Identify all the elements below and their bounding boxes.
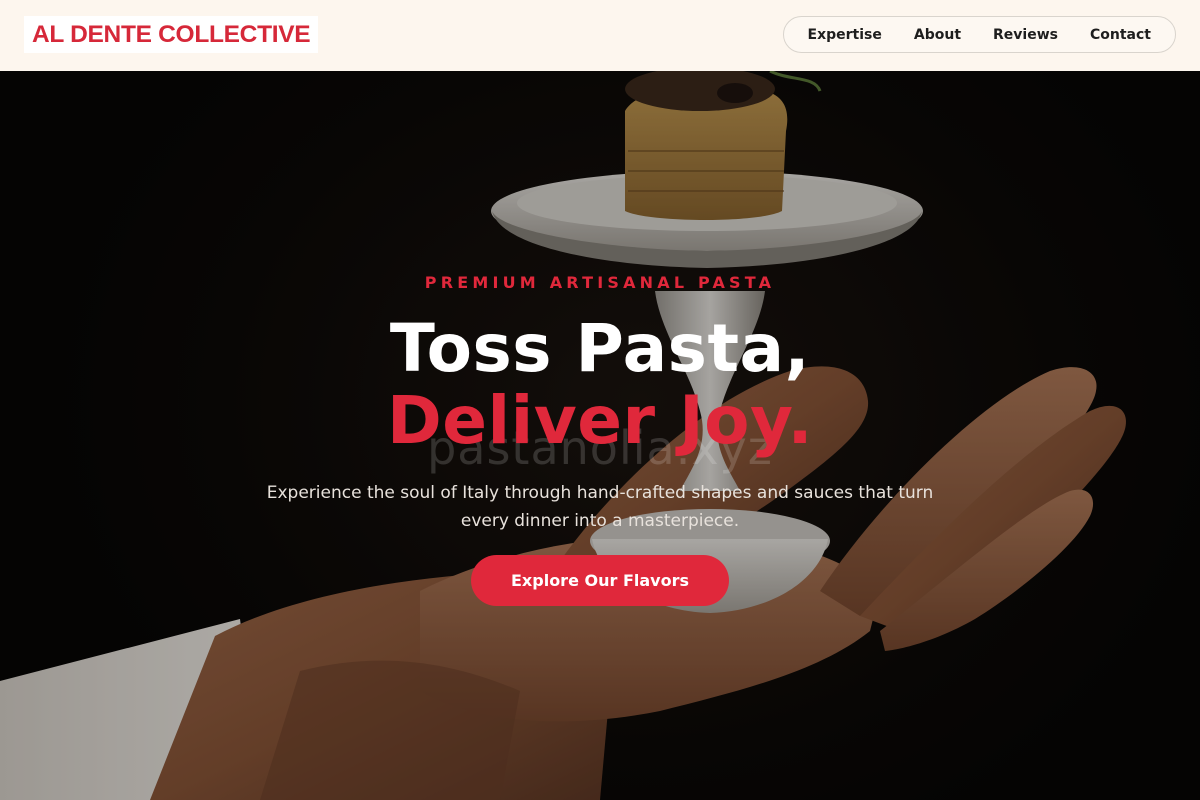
hero-headline: Toss Pasta, Deliver Joy. (0, 313, 1200, 457)
nav-link-contact[interactable]: Contact (1074, 27, 1167, 43)
site-header: AL DENTE COLLECTIVE Expertise About Revi… (0, 0, 1200, 71)
main-nav: Expertise About Reviews Contact (782, 16, 1176, 53)
nav-link-about[interactable]: About (898, 27, 977, 43)
hero-content: PREMIUM ARTISANAL PASTA Toss Pasta, Deli… (0, 271, 1200, 606)
hero-section: pastanolia.xyz PREMIUM ARTISANAL PASTA T… (0, 71, 1200, 800)
brand-name[interactable]: AL DENTE COLLECTIVE (32, 21, 311, 49)
explore-flavors-button[interactable]: Explore Our Flavors (471, 555, 729, 606)
nav-link-reviews[interactable]: Reviews (977, 27, 1074, 43)
hero-headline-line1: Toss Pasta, (389, 310, 811, 387)
brand-logo[interactable]: AL DENTE COLLECTIVE (24, 16, 319, 53)
nav-link-expertise[interactable]: Expertise (792, 27, 898, 43)
hero-eyebrow: PREMIUM ARTISANAL PASTA (424, 273, 776, 292)
hero-subtitle: Experience the soul of Italy through han… (266, 483, 934, 531)
hero-headline-line2: Deliver Joy. (386, 382, 814, 459)
